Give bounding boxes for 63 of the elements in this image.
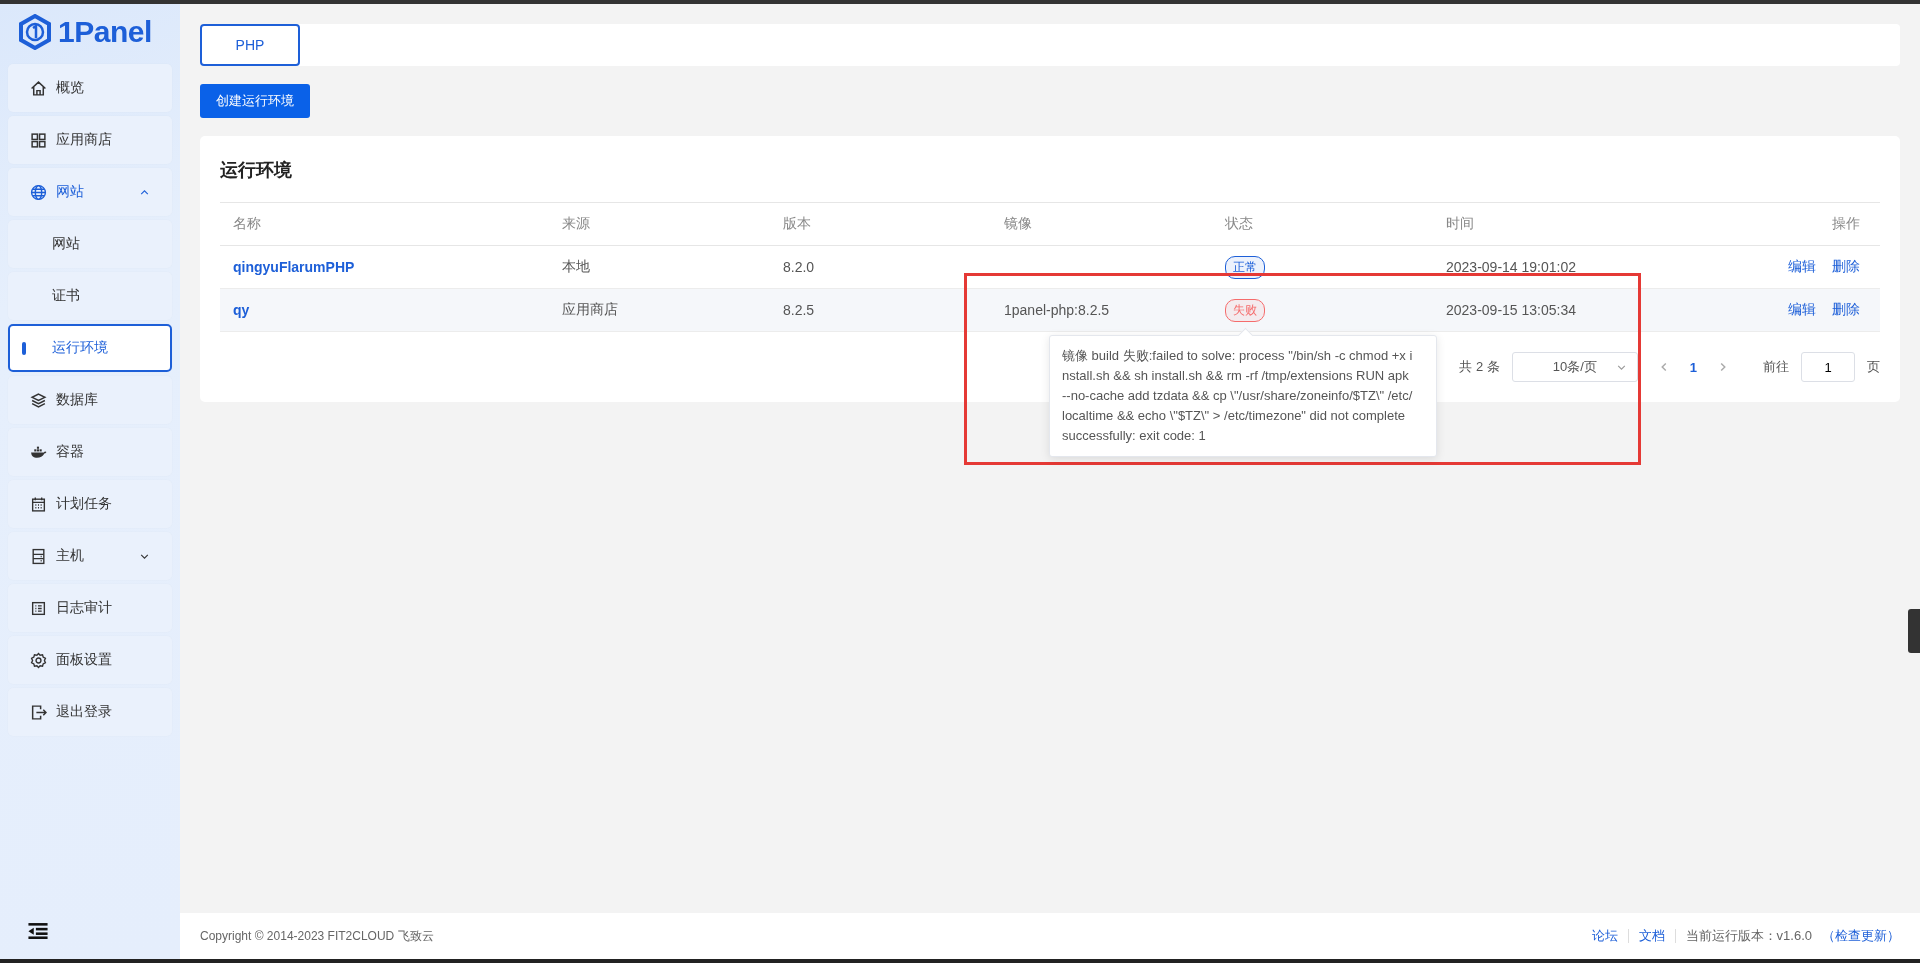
- status-tag: 正常: [1225, 255, 1265, 279]
- column-header: 时间: [1446, 215, 1474, 231]
- column-header: 操作: [1832, 215, 1860, 231]
- home-icon: [30, 79, 47, 97]
- settings-icon: [30, 651, 47, 669]
- sidebar-item[interactable]: 日志审计: [8, 584, 172, 632]
- page-suffix: 页: [1867, 358, 1880, 376]
- sidebar-item[interactable]: 概览: [8, 64, 172, 112]
- list-icon: [30, 599, 47, 617]
- column-header: 来源: [562, 215, 590, 231]
- sidebar-subitem[interactable]: 网站: [8, 220, 172, 268]
- php-tab[interactable]: PHP: [200, 24, 300, 66]
- sidebar-item[interactable]: 数据库: [8, 376, 172, 424]
- table-cell: 8.2.5: [783, 302, 815, 318]
- page-input[interactable]: 1: [1801, 352, 1855, 382]
- globe-icon: [30, 183, 47, 201]
- sidebar-item[interactable]: 退出登录: [8, 688, 172, 736]
- layers-icon: [30, 391, 47, 409]
- sidebar-item[interactable]: 计划任务: [8, 480, 172, 528]
- column-header: 状态: [1225, 215, 1253, 231]
- column-header: 名称: [233, 215, 261, 231]
- sidebar-item[interactable]: 面板设置: [8, 636, 172, 684]
- table-cell: 8.2.0: [783, 259, 815, 275]
- side-handle[interactable]: [1908, 609, 1920, 653]
- card-title: 运行环境: [220, 159, 293, 182]
- total-count: 共 2 条: [1459, 358, 1500, 376]
- action-link[interactable]: 删除: [1832, 301, 1860, 317]
- logo-text: 1Panel: [58, 15, 152, 49]
- menu-collapse-icon[interactable]: [28, 922, 48, 939]
- page-number[interactable]: 1: [1689, 359, 1697, 375]
- server-icon: [30, 547, 47, 565]
- sidebar-item[interactable]: 主机: [8, 532, 172, 580]
- column-header: 镜像: [1004, 215, 1032, 231]
- action-link[interactable]: 删除: [1832, 258, 1860, 274]
- footer-link[interactable]: 论坛: [1591, 927, 1618, 945]
- create-button[interactable]: 创建运行环境: [200, 84, 310, 118]
- status-tag: 失败: [1225, 298, 1265, 322]
- runtime-link[interactable]: qy: [233, 302, 250, 318]
- sidebar-item[interactable]: 应用商店: [8, 116, 172, 164]
- table-cell: 本地: [562, 258, 590, 274]
- logout-icon: [30, 703, 47, 721]
- runtime-link[interactable]: qingyuFlarumPHP: [233, 259, 355, 275]
- check-update-link[interactable]: （检查更新）: [1822, 927, 1900, 945]
- column-header: 版本: [783, 215, 811, 231]
- logo-icon: [18, 14, 52, 50]
- table-cell: 2023-09-15 13:05:34: [1446, 302, 1576, 318]
- action-link[interactable]: 编辑: [1788, 258, 1816, 274]
- page-size-select[interactable]: 10条/页: [1511, 352, 1638, 382]
- calendar-icon: [30, 495, 47, 513]
- sidebar-item[interactable]: 容器: [8, 428, 172, 476]
- error-tooltip: 镜像 build 失败:failed to solve: process "/bin/sh -c chmod +x install.sh && sh install.sh && rm -rf /tmp/extensions RUN apk --no-cache add tzdata && cp \"/usr/share/zoneinfo/$TZ\" /etc/localtime && echo \"$TZ\" > /etc/timezone" did not complete successfully: exit code: 1: [1049, 335, 1437, 457]
- sidebar-subitem[interactable]: 证书: [8, 272, 172, 320]
- grid-icon: [30, 131, 47, 149]
- sidebar-item[interactable]: 网站: [8, 168, 172, 216]
- action-link[interactable]: 编辑: [1788, 301, 1816, 317]
- table-cell: 应用商店: [562, 301, 618, 317]
- version-text: 当前运行版本：v1.6.0: [1685, 927, 1812, 945]
- goto-label: 前往: [1763, 358, 1789, 376]
- table-cell: 2023-09-14 19:01:02: [1446, 259, 1576, 275]
- table-cell: 1panel-php:8.2.5: [1004, 302, 1110, 318]
- footer-link[interactable]: 文档: [1638, 927, 1665, 945]
- copyright-text: Copyright © 2014-2023 FIT2CLOUD 飞致云: [200, 927, 434, 945]
- sidebar-subitem[interactable]: 运行环境: [8, 324, 172, 372]
